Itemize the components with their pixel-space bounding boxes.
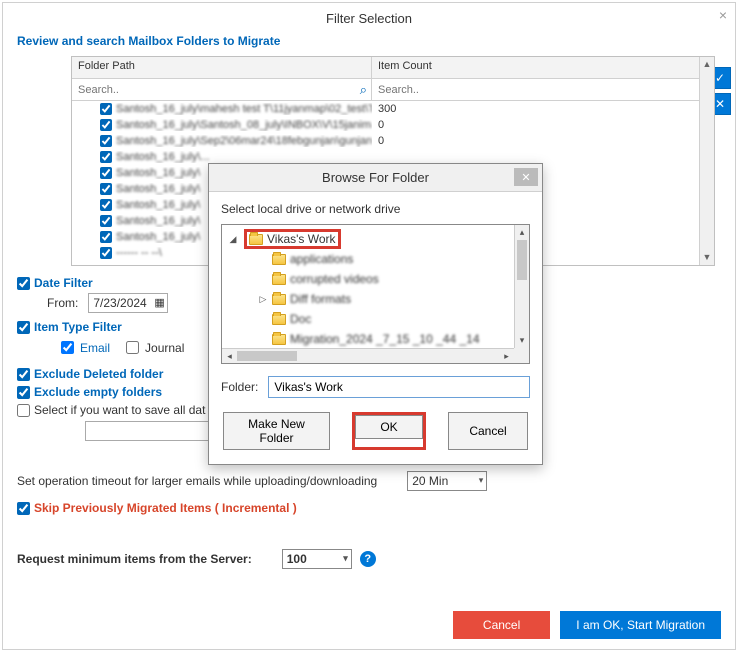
row-checkbox[interactable] (100, 167, 112, 179)
tree-item[interactable]: applications (224, 249, 527, 269)
tree-item[interactable]: corrupted videos (224, 269, 527, 289)
start-migration-button[interactable]: I am OK, Start Migration (560, 611, 721, 639)
tree-item-label: Migration_2024 _7_15 _10 _44 _14 (290, 332, 480, 346)
close-icon[interactable]: × (719, 7, 727, 23)
tree-item[interactable]: Migration_2024 _7_15 _10 _44 _14 (224, 329, 527, 349)
folder-name-input[interactable] (268, 376, 530, 398)
folder-tree[interactable]: ◢ Vikas's Work applications corrupted vid… (221, 224, 530, 364)
browse-close-button[interactable]: ✕ (514, 168, 538, 186)
folder-icon (272, 314, 286, 325)
timeout-select[interactable]: 20 Min▾ (407, 471, 487, 491)
row-path: Santosh_16_july\Santosh_08_july\INBOX\V\… (116, 119, 372, 131)
table-row[interactable]: Santosh_16_july\mahesh test T\11jyanmap\… (72, 101, 714, 117)
grid-scrollbar[interactable]: ▲ ▼ (699, 57, 714, 265)
folder-icon (272, 294, 286, 305)
page-subtitle: Review and search Mailbox Folders to Mig… (3, 30, 735, 56)
row-path: Santosh_16_july\ (116, 199, 200, 211)
folder-icon (272, 254, 286, 265)
item-type-label: Item Type Filter (34, 320, 122, 334)
row-count: 300 (372, 103, 396, 115)
row-path: Santosh_16_july\mahesh test T\11jyanmap\… (116, 103, 372, 115)
tree-hscroll[interactable]: ◂▸ (222, 348, 514, 363)
skip-checkbox[interactable]: Skip Previously Migrated Items ( Increme… (17, 501, 721, 515)
tree-item-label: corrupted videos (290, 272, 379, 286)
search-path-input[interactable] (76, 83, 360, 97)
request-select[interactable]: 100▾ (282, 549, 352, 569)
scroll-up-icon[interactable]: ▲ (700, 57, 714, 72)
row-checkbox[interactable] (100, 199, 112, 211)
expand-icon[interactable]: ▷ (258, 294, 268, 305)
folder-icon (272, 334, 286, 345)
row-checkbox[interactable] (100, 119, 112, 131)
search-icon[interactable]: ⌕ (360, 82, 367, 98)
window-title-text: Filter Selection (326, 11, 412, 26)
folder-icon (249, 234, 263, 245)
scroll-down-icon[interactable]: ▼ (700, 250, 714, 265)
date-filter-label: Date Filter (34, 276, 93, 290)
row-checkbox[interactable] (100, 151, 112, 163)
tree-root-label: Vikas's Work (267, 232, 336, 246)
from-label: From: (47, 296, 78, 310)
make-new-folder-button[interactable]: Make New Folder (223, 412, 330, 450)
row-checkbox[interactable] (100, 215, 112, 227)
table-row[interactable]: Santosh_16_july\Santosh_08_july\INBOX\V\… (72, 117, 714, 133)
calendar-icon[interactable]: ▦ (154, 296, 164, 309)
from-date-input[interactable]: 7/23/2024▦ (88, 293, 167, 313)
row-checkbox[interactable] (100, 183, 112, 195)
chevron-down-icon: ▾ (479, 475, 484, 486)
browse-folder-dialog: Browse For Folder ✕ Select local drive o… (208, 163, 543, 465)
window-title: Filter Selection × (3, 3, 735, 30)
email-checkbox[interactable]: Email (57, 338, 110, 357)
col-header-path[interactable]: Folder Path (72, 57, 372, 78)
row-path: Santosh_16_july\Sep2\06mar24\18febgunjan… (116, 135, 372, 147)
cancel-button[interactable]: Cancel (453, 611, 550, 639)
chevron-down-icon: ▾ (343, 553, 348, 564)
journal-checkbox[interactable]: Journal (122, 338, 184, 357)
row-path: Santosh_16_july\ (116, 215, 200, 227)
save-path-input[interactable] (85, 421, 225, 441)
tree-vscroll[interactable]: ▴▾ (514, 225, 529, 348)
row-checkbox[interactable] (100, 135, 112, 147)
tree-item[interactable]: Doc (224, 309, 527, 329)
row-count: 0 (372, 135, 384, 147)
tree-item-label: Doc (290, 312, 311, 326)
browse-title: Browse For Folder ✕ (209, 164, 542, 192)
tree-item[interactable]: ▷ Diff formats (224, 289, 527, 309)
browse-ok-button[interactable]: OK (355, 415, 423, 439)
timeout-label: Set operation timeout for larger emails … (17, 474, 377, 488)
tree-item-label: Diff formats (290, 292, 351, 306)
row-count: 0 (372, 119, 384, 131)
browse-cancel-button[interactable]: Cancel (448, 412, 528, 450)
row-path: Santosh_16_july\... (116, 151, 210, 163)
collapse-icon[interactable]: ◢ (228, 234, 238, 245)
search-count-input[interactable] (376, 83, 703, 97)
folder-field-label: Folder: (221, 380, 258, 394)
row-checkbox[interactable] (100, 247, 112, 259)
row-checkbox[interactable] (100, 231, 112, 243)
request-label: Request minimum items from the Server: (17, 552, 252, 566)
tree-root[interactable]: ◢ Vikas's Work (224, 229, 527, 249)
folder-icon (272, 274, 286, 285)
row-path: ------ -- --\ (116, 247, 162, 259)
browse-subtitle: Select local drive or network drive (209, 192, 542, 224)
help-icon[interactable]: ? (360, 551, 376, 567)
col-header-count[interactable]: Item Count (372, 57, 714, 78)
row-checkbox[interactable] (100, 103, 112, 115)
row-path: Santosh_16_july\ (116, 183, 200, 195)
table-row[interactable]: Santosh_16_july\Sep2\06mar24\18febgunjan… (72, 133, 714, 149)
tree-item-label: applications (290, 252, 353, 266)
row-path: Santosh_16_july\ (116, 231, 200, 243)
row-path: Santosh_16_july\ (116, 167, 200, 179)
